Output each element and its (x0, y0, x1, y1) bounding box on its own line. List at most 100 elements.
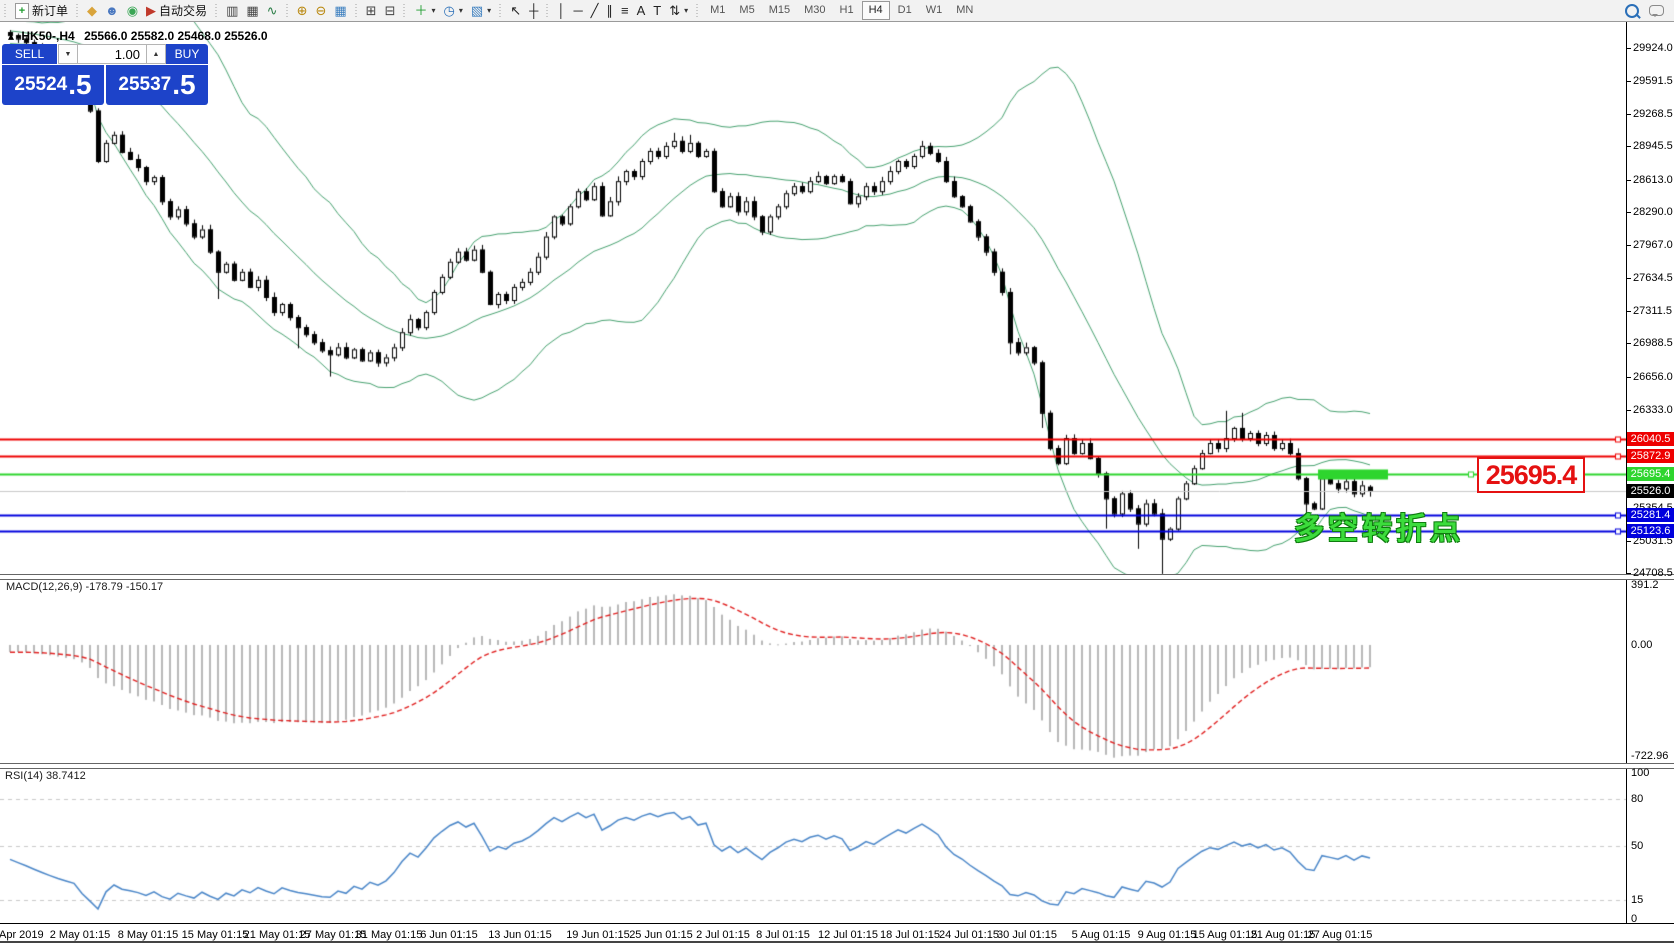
objects-window-icon-glyph: ⊟ (385, 2, 396, 19)
period-clock-button-dropdown-icon[interactable]: ▾ (459, 6, 463, 15)
volume-increase-button[interactable]: ▲ (146, 44, 166, 64)
fibonacci-tool[interactable]: ≡ (617, 1, 633, 20)
chart-symbol-period: HK50-,H4 (21, 29, 74, 43)
candlestick-chart-icon-glyph: ▦ (246, 2, 258, 19)
zoom-out-icon-glyph: ⊖ (315, 2, 326, 19)
time-axis-label: 24 Jul 01:15 (939, 929, 999, 941)
time-axis-label: 9 Aug 01:15 (1138, 929, 1197, 941)
toolbar-buttons: +新订单◆☻◉▶自动交易▥▦∿⊕⊖▦⊞⊟＋▾◷▾▧▾↖┼│─╱∥≡AT⇅▾ (0, 1, 703, 20)
vertical-line-tool[interactable]: │ (553, 1, 569, 20)
chart-title: ▴ HK50-,H4 25566.0 25582.0 25468.0 25526… (8, 29, 268, 43)
autotrade-button[interactable]: ▶自动交易 (142, 1, 211, 20)
toolbar-right (1625, 4, 1674, 18)
sell-button[interactable]: SELL (2, 44, 57, 64)
crosshair-tool[interactable]: ┼ (525, 1, 542, 20)
price-axis-tick: 26333.0 (1633, 404, 1674, 416)
buy-price-value: 25537 (118, 74, 171, 96)
pane-divider[interactable] (0, 763, 1674, 769)
price-axis-tick-mark (1627, 377, 1631, 378)
timeframe-h4-button[interactable]: H4 (862, 1, 890, 20)
price-axis-tick: 24708.5 (1633, 567, 1674, 579)
main-chart-canvas[interactable] (0, 22, 1626, 575)
crosshair-tool-glyph: ┼ (529, 2, 538, 19)
rsi-pane-canvas[interactable] (0, 768, 1626, 923)
toolbar-group-separator (497, 4, 504, 18)
cursor-tool[interactable]: ↖ (506, 1, 525, 20)
cursor-tool-glyph: ↖ (510, 2, 521, 19)
time-axis-label: 5 Aug 01:15 (1072, 929, 1131, 941)
price-axis-tick-mark (1627, 180, 1631, 181)
bar-chart-icon[interactable]: ▥ (222, 1, 242, 20)
arrows-tool-glyph: ⇅ (669, 2, 680, 19)
zoom-out-icon[interactable]: ⊖ (311, 1, 330, 20)
price-level-flag[interactable]: 25695.4 (1477, 457, 1585, 493)
autotrade-button-label: 自动交易 (159, 2, 207, 19)
add-indicator-button[interactable]: ＋▾ (410, 1, 439, 20)
timeframe-m5-button[interactable]: M5 (733, 2, 760, 19)
new-order-button[interactable]: +新订单 (11, 1, 72, 20)
price-axis-tick: 28613.0 (1633, 174, 1674, 186)
rsi-indicator-label: RSI(14) 38.7412 (5, 770, 86, 782)
buy-button[interactable]: BUY (166, 44, 208, 64)
candlestick-chart-icon[interactable]: ▦ (242, 1, 262, 20)
price-axis-tick-mark (1627, 343, 1631, 344)
timeframe-w1-button[interactable]: W1 (920, 2, 949, 19)
signal-icon[interactable]: ◉ (123, 1, 142, 20)
chat-icon[interactable] (1649, 5, 1664, 16)
macd-pane-canvas[interactable] (0, 578, 1626, 764)
toolbar-group-separator (694, 4, 701, 18)
price-axis-tick: 27311.5 (1633, 305, 1674, 317)
indicators-window-icon[interactable]: ⊞ (362, 1, 381, 20)
price-line-label: 25872.9 (1627, 449, 1674, 463)
time-axis-label: 6 Jun 01:15 (420, 929, 478, 941)
line-chart-icon[interactable]: ∿ (263, 1, 282, 20)
arrows-tool[interactable]: ⇅▾ (665, 1, 692, 20)
add-indicator-button-dropdown-icon[interactable]: ▾ (432, 6, 436, 15)
macd-indicator-label: MACD(12,26,9) -178.79 -150.17 (6, 581, 163, 593)
objects-window-icon[interactable]: ⊟ (381, 1, 400, 20)
pane-divider[interactable] (0, 574, 1674, 580)
time-axis-label: 25 Apr 2019 (0, 929, 44, 941)
buy-price-button[interactable]: 25537 .5 (106, 65, 208, 105)
signal-icon-glyph: ◉ (127, 2, 138, 19)
channel-tool[interactable]: ∥ (602, 1, 617, 20)
period-clock-button-glyph: ◷ (444, 2, 455, 19)
template-button-dropdown-icon[interactable]: ▾ (487, 6, 491, 15)
chart-bottom-frame (0, 923, 1674, 924)
profile-icon[interactable]: ☻ (101, 1, 123, 20)
price-axis-tick-mark (1627, 48, 1631, 49)
channel-tool-glyph: ∥ (606, 2, 613, 19)
line-chart-icon-glyph: ∿ (267, 2, 278, 19)
timeframe-d1-button[interactable]: D1 (892, 2, 918, 19)
time-axis-label: 12 Jul 01:15 (818, 929, 878, 941)
volume-decrease-button[interactable]: ▼ (58, 44, 78, 64)
timeframe-mn-button[interactable]: MN (950, 2, 979, 19)
time-axis-label: 2 Jul 01:15 (696, 929, 750, 941)
price-axis-tick: 26988.5 (1633, 337, 1674, 349)
zoom-in-icon[interactable]: ⊕ (293, 1, 312, 20)
toolbar-group-separator (353, 4, 360, 18)
volume-input[interactable] (78, 44, 146, 64)
tile-windows-icon-glyph: ▦ (334, 2, 346, 19)
search-icon[interactable] (1625, 4, 1639, 18)
time-axis-label: 31 May 01:15 (356, 929, 423, 941)
toolbar-group-separator (213, 4, 220, 18)
deposit-icon[interactable]: ◆ (83, 1, 101, 20)
turning-point-annotation[interactable]: 多空转折点 (1294, 504, 1464, 548)
horizontal-line-tool[interactable]: ─ (569, 1, 586, 20)
text-tool[interactable]: A (633, 1, 650, 20)
time-axis-label: 30 Jul 01:15 (997, 929, 1057, 941)
arrows-tool-dropdown-icon[interactable]: ▾ (684, 6, 688, 15)
timeframe-m1-button[interactable]: M1 (704, 2, 731, 19)
sell-price-button[interactable]: 25524 .5 (2, 65, 104, 105)
timeframe-m15-button[interactable]: M15 (763, 2, 796, 19)
timeframe-h1-button[interactable]: H1 (834, 2, 860, 19)
text-label-tool[interactable]: T (649, 1, 665, 20)
rsi-axis-tick: 80 (1631, 793, 1674, 805)
trendline-tool[interactable]: ╱ (587, 1, 603, 20)
price-axis-tick: 26656.0 (1633, 371, 1674, 383)
timeframe-m30-button[interactable]: M30 (798, 2, 831, 19)
period-clock-button[interactable]: ◷▾ (440, 1, 467, 20)
template-button[interactable]: ▧▾ (467, 1, 495, 20)
tile-windows-icon[interactable]: ▦ (330, 1, 350, 20)
